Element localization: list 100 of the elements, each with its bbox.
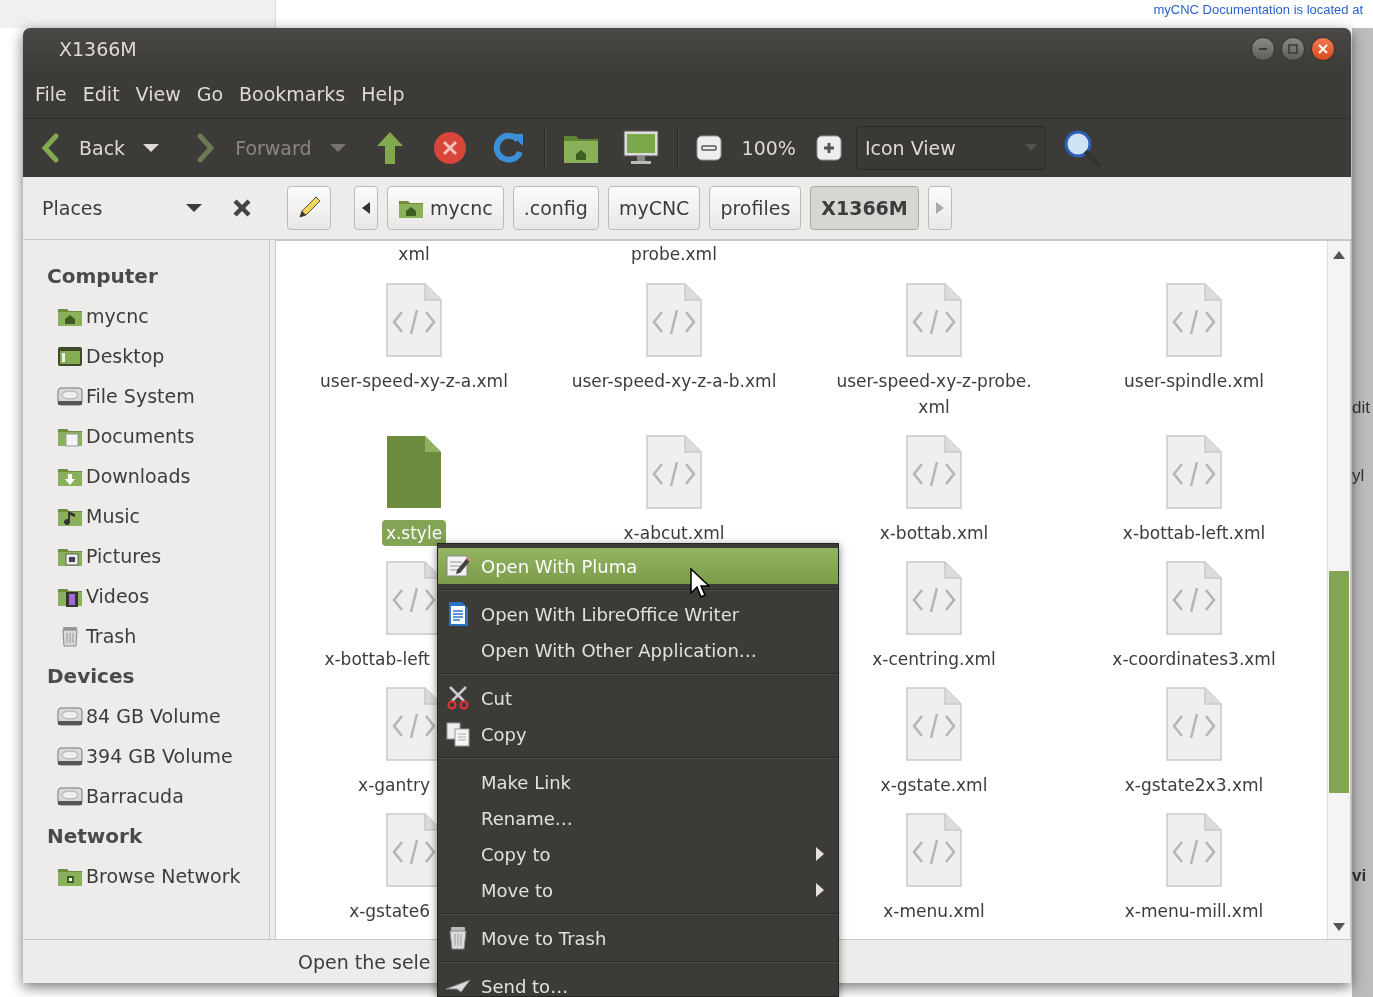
sidebar-heading: Computer (46, 263, 159, 290)
drive-icon (57, 745, 83, 767)
caret-down-icon (329, 143, 346, 153)
menu-item[interactable]: Cut (438, 680, 838, 716)
sidebar-item[interactable]: File System (86, 385, 195, 407)
view-mode-dropdown[interactable]: Icon View (855, 126, 1046, 170)
path-button[interactable]: profiles (709, 186, 802, 230)
minus-icon (695, 135, 722, 161)
file-name[interactable]: x-bottab.xml (875, 520, 993, 546)
menu-item[interactable]: Open With LibreOffice Writer (438, 596, 838, 632)
menu-item[interactable]: Copy to (438, 836, 838, 872)
chevron-right-icon (197, 133, 216, 163)
menu-item[interactable]: Rename… (438, 800, 838, 836)
sidebar-item[interactable]: Browse Network (86, 865, 241, 887)
file-name[interactable]: user-speed-xy-z-probe.xml (819, 368, 1049, 420)
menu-item[interactable]: Make Link (438, 764, 838, 800)
menu-item[interactable]: Move to (438, 872, 838, 908)
drive-icon (57, 705, 83, 727)
file-name[interactable]: x-menu.xml (879, 898, 989, 924)
sidebar-heading: Network (46, 823, 144, 850)
monitor-icon (622, 130, 659, 166)
drive-icon (57, 385, 83, 407)
path-button[interactable]: X1366M (810, 186, 919, 230)
up-arrow-icon (1333, 251, 1345, 259)
background-text: yl (1352, 466, 1365, 486)
close-icon (1317, 43, 1329, 55)
sidebar-item[interactable]: Desktop (86, 345, 165, 367)
close-icon (232, 198, 252, 218)
menu-item[interactable]: Edit (74, 77, 128, 111)
plus-icon (815, 135, 842, 161)
drive-icon (57, 785, 83, 807)
menu-item[interactable]: Send to… (438, 968, 838, 996)
menu-item[interactable]: Copy (438, 716, 838, 752)
file-name[interactable]: x-gstate.xml (876, 772, 992, 798)
text-editor-icon (445, 553, 471, 579)
file-name[interactable]: x-gstate2x3.xml (1120, 772, 1268, 798)
scrollbar[interactable] (1327, 241, 1350, 939)
caret-down-icon (186, 203, 202, 213)
file-name[interactable]: x-coordinates3.xml (1108, 646, 1280, 672)
file-name[interactable]: user-speed-xy-z-a.xml (316, 368, 512, 394)
path-button[interactable]: mycnc (387, 186, 504, 230)
file-name[interactable]: x-centring.xml (868, 646, 1000, 672)
file-name[interactable]: x-abcut.xml (619, 520, 729, 546)
path-button[interactable]: myCNC (607, 186, 701, 230)
edit-location-button[interactable] (287, 186, 331, 230)
mouse-pointer-icon (690, 568, 710, 598)
sidebar-heading: Devices (46, 663, 136, 690)
background-text: vi (1352, 866, 1367, 886)
sidebar-item[interactable]: Trash (86, 625, 137, 647)
paper-plane-icon (445, 979, 471, 993)
file-name[interactable]: user-speed-xy-z-a-b.xml (567, 368, 781, 394)
menu-item[interactable]: File (27, 77, 75, 111)
menu-item[interactable]: Bookmarks (231, 77, 354, 111)
file-name[interactable]: x-gstate6 (345, 898, 434, 924)
stop-icon (431, 130, 468, 166)
sidebar-item[interactable]: mycnc (86, 305, 149, 327)
desktop-icon (57, 345, 83, 367)
file-name[interactable]: xml (394, 241, 434, 267)
sidebar-item[interactable]: 84 GB Volume (86, 705, 221, 727)
documentation-link[interactable]: myCNC Documentation is located at (1153, 2, 1363, 17)
background-text: dit (1352, 398, 1370, 418)
sidebar-item[interactable]: Pictures (86, 545, 162, 567)
status-text: Open the sele (298, 950, 431, 973)
minimize-button[interactable] (1251, 37, 1275, 61)
close-button[interactable] (1311, 37, 1335, 61)
sidebar-item[interactable]: Documents (86, 425, 195, 447)
menu-item[interactable]: Go (188, 77, 232, 111)
square-icon (1287, 43, 1299, 55)
places-dropdown[interactable]: Places (42, 197, 202, 219)
chevron-left-icon (41, 133, 59, 163)
menu-item[interactable]: Move to Trash (438, 920, 838, 956)
menu-item[interactable]: Help (353, 77, 413, 111)
scroll-right-button[interactable] (927, 186, 952, 230)
menu-item[interactable]: View (127, 77, 189, 111)
window-title: X1366M (59, 38, 138, 60)
path-button[interactable]: .config (512, 186, 599, 230)
file-name[interactable]: x-bottab-left (320, 646, 434, 672)
sidebar-item[interactable]: Downloads (86, 465, 191, 487)
file-name[interactable]: x-bottab-left.xml (1118, 520, 1270, 546)
scroll-left-button[interactable] (354, 186, 378, 230)
sidebar-item[interactable]: Videos (86, 585, 150, 607)
menu-item[interactable]: Open With Other Application… (438, 632, 838, 668)
copy-icon (445, 721, 471, 747)
caret-down-icon (1024, 144, 1037, 152)
maximize-button[interactable] (1281, 37, 1305, 61)
sidebar-item[interactable]: 394 GB Volume (86, 745, 233, 767)
file-name[interactable]: x-gantry (354, 772, 434, 798)
triangle-left-icon (362, 202, 370, 214)
file-name[interactable]: x-menu-mill.xml (1120, 898, 1268, 924)
caret-down-icon (143, 143, 160, 153)
file-name[interactable]: user-spindle.xml (1120, 368, 1268, 394)
zoom-level: 100% (740, 137, 797, 159)
file-name[interactable]: probe.xml (627, 241, 721, 267)
pencil-icon (296, 195, 322, 221)
close-sidebar-button[interactable] (232, 198, 252, 218)
sidebar-item[interactable]: Barracuda (86, 785, 184, 807)
down-arrow-icon (1333, 923, 1345, 931)
sidebar-item[interactable]: Music (86, 505, 141, 527)
scissors-icon (445, 685, 471, 711)
back-button[interactable]: Back (39, 129, 128, 167)
